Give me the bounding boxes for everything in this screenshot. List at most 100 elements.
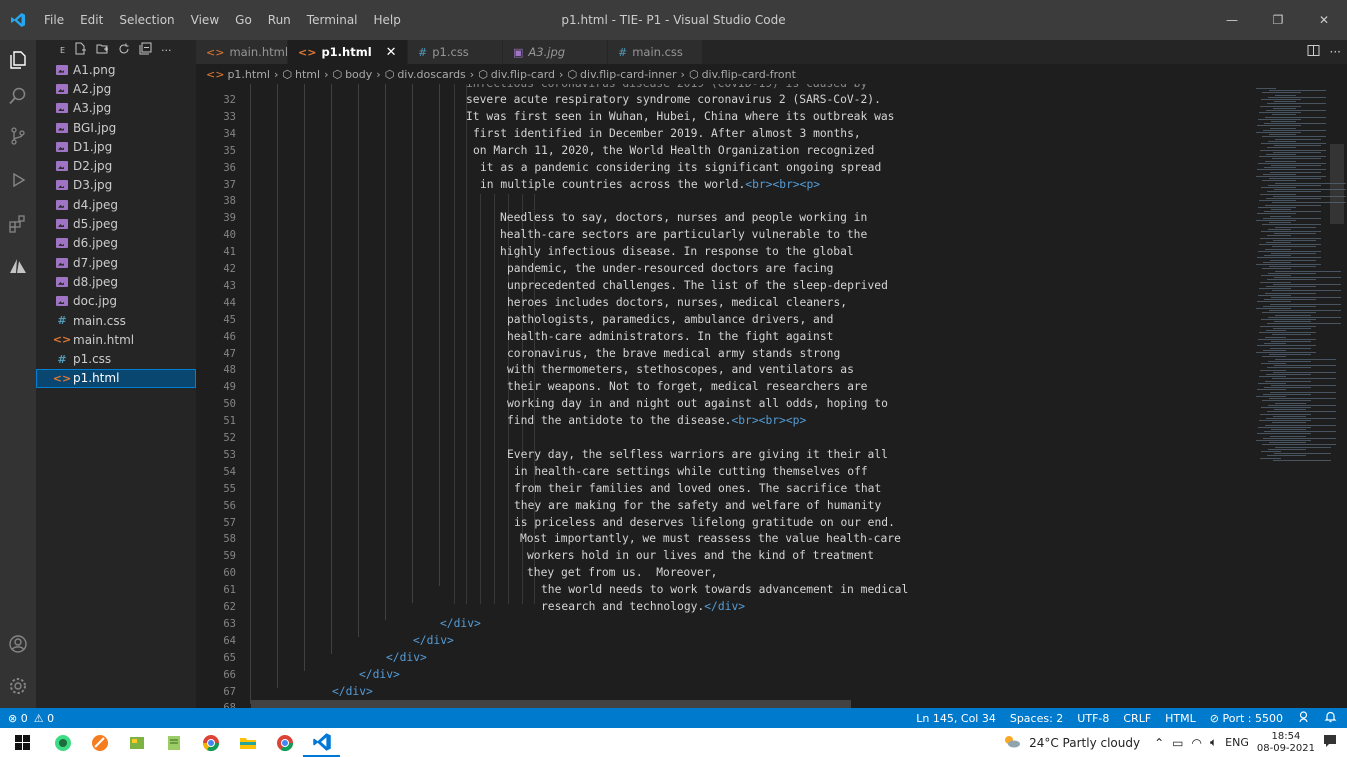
file-item[interactable]: A2.jpg [36, 79, 196, 98]
breadcrumb-item[interactable]: div.doscards [397, 68, 465, 81]
indentation[interactable]: Spaces: 2 [1010, 712, 1063, 725]
browser-orange-icon[interactable] [81, 728, 118, 757]
cursor-position[interactable]: Ln 145, Col 34 [916, 712, 996, 725]
minimap-slider[interactable] [1330, 144, 1344, 224]
file-item[interactable]: BGI.jpg [36, 118, 196, 137]
live-server-port[interactable]: ⊘ Port : 5500 [1210, 712, 1283, 725]
breadcrumb-item[interactable]: p1.html [227, 68, 270, 81]
end-of-line[interactable]: CRLF [1123, 712, 1151, 725]
errors-count[interactable]: ⊗ 0 [8, 712, 28, 725]
vscode-taskbar-icon[interactable] [303, 728, 340, 757]
horizontal-scrollbar[interactable] [251, 700, 851, 708]
file-item[interactable]: <> p1.html [36, 368, 196, 389]
menu-view[interactable]: View [183, 0, 227, 40]
paint-icon[interactable] [118, 728, 155, 757]
breadcrumb-item[interactable]: div.flip-card-inner [580, 68, 677, 81]
file-item[interactable]: d4.jpeg [36, 195, 196, 214]
minimap-line [1259, 112, 1301, 114]
tab-main-css[interactable]: # main.css [608, 40, 703, 64]
weather-icon[interactable] [1003, 734, 1021, 751]
menu-go[interactable]: Go [227, 0, 260, 40]
minimap[interactable] [1246, 84, 1347, 708]
explorer-icon[interactable] [0, 42, 36, 78]
file-item[interactable]: D2.jpg [36, 156, 196, 175]
file-item[interactable]: # main.css [36, 311, 196, 330]
code-line: it as a pandemic considering its signifi… [480, 160, 881, 176]
code-editor[interactable]: 32 33 34 35 36 37 38 39 40 41 42 43 44 45 46 47 48 49 50 51… [196, 84, 1246, 708]
close-window-button[interactable]: ✕ [1301, 0, 1347, 40]
new-file-icon[interactable] [74, 42, 87, 58]
tab-p1-html[interactable]: <> p1.html ✕ [288, 40, 408, 64]
menu-run[interactable]: Run [260, 0, 299, 40]
file-item[interactable]: D1.jpg [36, 137, 196, 156]
weather-text[interactable]: 24°C Partly cloudy [1029, 736, 1140, 750]
volume-icon[interactable]: 🔈︎ [1210, 735, 1217, 750]
wifi-icon[interactable]: ◠ [1191, 736, 1201, 750]
file-item[interactable]: A3.jpg [36, 99, 196, 118]
new-folder-icon[interactable] [96, 42, 109, 58]
file-item[interactable]: doc.jpg [36, 292, 196, 311]
minimap-line [1268, 184, 1321, 186]
run-debug-icon[interactable] [0, 162, 36, 198]
breadcrumb-item[interactable]: html [295, 68, 320, 81]
encoding[interactable]: UTF-8 [1077, 712, 1109, 725]
minimize-button[interactable]: — [1209, 0, 1255, 40]
code-line: Needless to say, doctors, nurses and peo… [500, 210, 867, 226]
file-item[interactable]: A1.png [36, 60, 196, 79]
maximize-button[interactable]: ❐ [1255, 0, 1301, 40]
windows-start-icon[interactable] [0, 728, 44, 757]
collapse-all-icon[interactable] [139, 42, 152, 58]
more-actions-icon[interactable]: ··· [161, 44, 172, 57]
chevron-right-icon: › [273, 67, 279, 81]
file-explorer-icon[interactable] [229, 728, 266, 757]
file-item[interactable]: <> main.html [36, 330, 196, 349]
source-control-icon[interactable] [0, 118, 36, 154]
account-icon[interactable] [0, 626, 36, 662]
battery-icon[interactable]: ▭ [1172, 736, 1183, 750]
minimap-line [1269, 222, 1291, 224]
menu-selection[interactable]: Selection [111, 0, 182, 40]
breadcrumb-item[interactable]: div.flip-card-front [702, 68, 796, 81]
html-file-icon: <> [52, 333, 72, 347]
feedback-icon[interactable] [1297, 710, 1310, 726]
split-editor-icon[interactable] [1307, 44, 1320, 60]
minimap-line [1269, 90, 1326, 92]
chrome-second-icon[interactable] [266, 728, 303, 757]
extensions-icon[interactable] [0, 206, 36, 242]
file-item[interactable]: d6.jpeg [36, 234, 196, 253]
action-center-icon[interactable] [1323, 734, 1337, 751]
close-tab-icon[interactable]: ✕ [386, 45, 397, 60]
menu-help[interactable]: Help [366, 0, 409, 40]
android-studio-icon[interactable] [44, 728, 81, 757]
input-language[interactable]: ENG [1225, 736, 1249, 749]
tray-chevron-icon[interactable]: ⌃ [1154, 736, 1164, 750]
tab-p1-css[interactable]: # p1.css [408, 40, 503, 64]
file-item[interactable]: D3.jpg [36, 176, 196, 195]
tab-main-html[interactable]: <> main.html [196, 40, 288, 64]
line-number: 34 [223, 127, 236, 140]
language-mode[interactable]: HTML [1165, 712, 1196, 725]
file-item[interactable]: # p1.css [36, 349, 196, 368]
gear-icon[interactable] [0, 668, 36, 704]
editor-more-actions-icon[interactable]: ··· [1330, 45, 1341, 59]
notifications-icon[interactable] [1324, 710, 1337, 726]
breadcrumb-item[interactable]: div.flip-card [491, 68, 555, 81]
notepad-icon[interactable] [155, 728, 192, 757]
file-item[interactable]: d7.jpeg [36, 253, 196, 272]
tab-A3-jpg[interactable]: ▣ A3.jpg [503, 40, 608, 64]
minimap-line [1256, 440, 1311, 441]
vscode-logo-icon [0, 0, 36, 40]
refresh-icon[interactable] [118, 43, 130, 58]
menu-edit[interactable]: Edit [72, 0, 111, 40]
chrome-icon[interactable] [192, 728, 229, 757]
search-icon[interactable] [0, 78, 36, 114]
breadcrumb-item[interactable]: body [345, 68, 372, 81]
clock[interactable]: 18:54 08-09-2021 [1257, 731, 1315, 755]
file-item[interactable]: d5.jpeg [36, 214, 196, 233]
menu-file[interactable]: File [36, 0, 72, 40]
warnings-count[interactable]: ⚠ 0 [34, 712, 54, 725]
azure-icon[interactable] [0, 248, 36, 284]
code-text: Every day, the selfless warriors are giv… [507, 447, 888, 461]
menu-terminal[interactable]: Terminal [299, 0, 366, 40]
file-item[interactable]: d8.jpeg [36, 272, 196, 291]
